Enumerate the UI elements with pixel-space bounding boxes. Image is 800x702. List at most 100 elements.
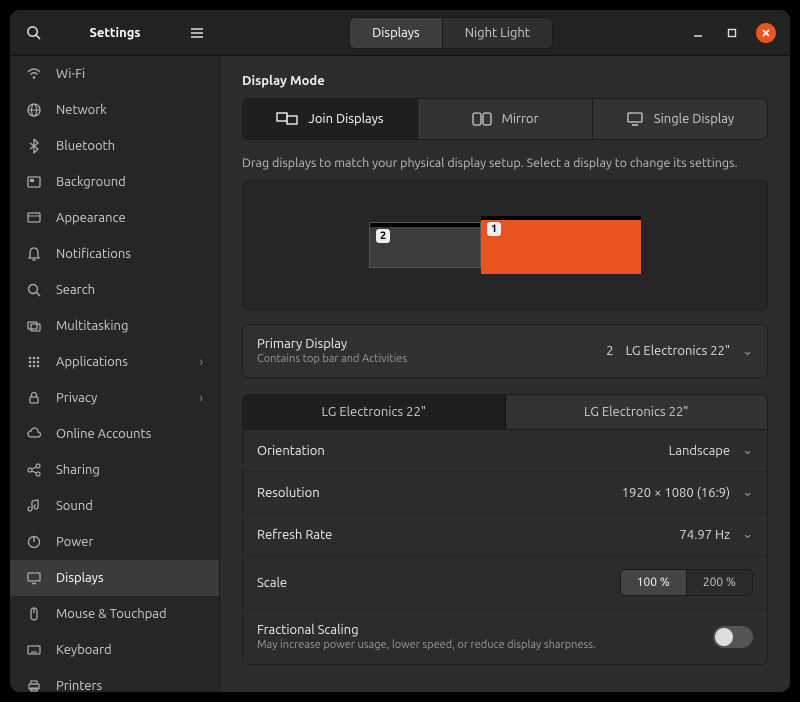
cloud-icon: [26, 426, 42, 442]
hamburger-icon: [190, 27, 204, 39]
sidebar-item-network[interactable]: Network: [10, 92, 219, 128]
display-topbar: [481, 216, 641, 220]
mirror-icon: [472, 111, 492, 127]
display-arrangement-area[interactable]: 2 1: [242, 180, 768, 310]
mode-label: Join Displays: [308, 112, 383, 126]
orientation-label: Orientation: [257, 444, 325, 458]
resolution-label: Resolution: [257, 486, 320, 500]
settings-window: Settings Displays Night Light: [10, 10, 790, 692]
display-selector-tabs: LG Electronics 22" LG Electronics 22": [242, 394, 768, 430]
join-displays-icon: [276, 111, 298, 127]
sidebar-item-mouse-touchpad[interactable]: Mouse & Touchpad: [10, 596, 219, 632]
window-title: Settings: [50, 26, 180, 40]
maximize-icon: [727, 28, 737, 38]
sidebar-item-appearance[interactable]: Appearance: [10, 200, 219, 236]
sidebar-item-label: Multitasking: [56, 319, 128, 333]
titlebar: Settings Displays Night Light: [10, 10, 790, 56]
display-number-badge: 2: [376, 229, 390, 243]
sidebar-item-label: Sound: [56, 499, 93, 513]
tab-night-light[interactable]: Night Light: [443, 18, 552, 48]
sidebar-item-wifi[interactable]: Wi-Fi: [10, 56, 219, 92]
fractional-scaling-switch[interactable]: [713, 626, 753, 648]
sidebar-item-notifications[interactable]: Notifications: [10, 236, 219, 272]
primary-display-number: 2: [606, 344, 613, 358]
sidebar-item-label: Search: [56, 283, 95, 297]
sidebar-item-multitasking[interactable]: Multitasking: [10, 308, 219, 344]
sidebar-item-power[interactable]: Power: [10, 524, 219, 560]
chevron-down-icon: ⌄: [742, 527, 753, 542]
scale-selector: 100 % 200 %: [620, 569, 753, 596]
sidebar-item-label: Power: [56, 535, 93, 549]
power-icon: [26, 534, 42, 550]
refresh-rate-row[interactable]: Refresh Rate 74.97 Hz⌄: [243, 514, 767, 556]
search-button[interactable]: [16, 16, 50, 50]
single-display-icon: [626, 111, 644, 127]
view-switcher: Displays Night Light: [349, 17, 553, 49]
arrange-hint: Drag displays to match your physical dis…: [242, 156, 768, 170]
orientation-row[interactable]: Orientation Landscape⌄: [243, 430, 767, 472]
fractional-sub: May increase power usage, lower speed, o…: [257, 639, 596, 651]
sidebar-item-label: Wi-Fi: [56, 67, 85, 81]
minimize-icon: [693, 28, 703, 38]
tab-displays[interactable]: Displays: [350, 18, 443, 48]
sidebar-item-label: Notifications: [56, 247, 131, 261]
sidebar-item-label: Keyboard: [56, 643, 112, 657]
minimize-button[interactable]: [688, 23, 708, 43]
sidebar[interactable]: Wi-Fi Network Bluetooth Background Appea…: [10, 56, 220, 692]
network-icon: [26, 102, 42, 118]
sidebar-item-label: Displays: [56, 571, 104, 585]
sidebar-item-sharing[interactable]: Sharing: [10, 452, 219, 488]
view-switcher-container: Displays Night Light: [214, 17, 688, 49]
search-icon: [26, 282, 42, 298]
hamburger-button[interactable]: [180, 16, 214, 50]
sidebar-item-printers[interactable]: Printers: [10, 668, 219, 692]
display-box-2[interactable]: 2: [369, 222, 481, 268]
primary-display-label: Primary Display: [257, 337, 407, 351]
sidebar-item-applications[interactable]: Applications ›: [10, 344, 219, 380]
sidebar-item-label: Privacy: [56, 391, 97, 405]
fractional-text: Fractional Scaling May increase power us…: [257, 623, 596, 651]
mode-single-display[interactable]: Single Display: [593, 99, 767, 139]
printer-icon: [26, 678, 42, 692]
chevron-right-icon: ›: [199, 391, 203, 405]
displays-icon: [26, 570, 42, 586]
primary-display-text: Primary Display Contains top bar and Act…: [257, 337, 407, 365]
sidebar-item-label: Mouse & Touchpad: [56, 607, 167, 621]
bell-icon: [26, 246, 42, 262]
chevron-down-icon: ⌄: [742, 443, 753, 458]
display-mode-switcher: Join Displays Mirror Single Display: [242, 98, 768, 140]
sidebar-item-search[interactable]: Search: [10, 272, 219, 308]
chevron-down-icon: ⌄: [742, 344, 753, 359]
sidebar-item-sound[interactable]: Sound: [10, 488, 219, 524]
maximize-button[interactable]: [722, 23, 742, 43]
scale-option-200[interactable]: 200 %: [687, 570, 752, 595]
scale-option-100[interactable]: 100 %: [621, 570, 687, 595]
sidebar-item-displays[interactable]: Displays: [10, 560, 219, 596]
sidebar-item-privacy[interactable]: Privacy ›: [10, 380, 219, 416]
fractional-label: Fractional Scaling: [257, 623, 596, 637]
appearance-icon: [26, 210, 42, 226]
scale-label: Scale: [257, 576, 287, 590]
bluetooth-icon: [26, 138, 42, 154]
display-detail-list: Orientation Landscape⌄ Resolution 1920 ×…: [242, 430, 768, 665]
sidebar-item-label: Online Accounts: [56, 427, 151, 441]
primary-display-value: 2 LG Electronics 22" ⌄: [606, 344, 753, 359]
mode-mirror[interactable]: Mirror: [418, 99, 593, 139]
display-box-1[interactable]: 1: [481, 216, 641, 274]
sidebar-item-label: Printers: [56, 679, 102, 692]
sidebar-item-online-accounts[interactable]: Online Accounts: [10, 416, 219, 452]
display-tab-2[interactable]: LG Electronics 22": [506, 395, 768, 429]
sidebar-item-keyboard[interactable]: Keyboard: [10, 632, 219, 668]
primary-display-sub: Contains top bar and Activities: [257, 353, 407, 365]
sidebar-item-background[interactable]: Background: [10, 164, 219, 200]
chevron-down-icon: ⌄: [742, 485, 753, 500]
mode-join-displays[interactable]: Join Displays: [243, 99, 418, 139]
display-tab-1[interactable]: LG Electronics 22": [243, 395, 506, 429]
sidebar-item-bluetooth[interactable]: Bluetooth: [10, 128, 219, 164]
resolution-row[interactable]: Resolution 1920 × 1080 (16:9)⌄: [243, 472, 767, 514]
close-icon: [761, 28, 771, 38]
chevron-right-icon: ›: [199, 355, 203, 369]
close-button[interactable]: [756, 23, 776, 43]
primary-display-row[interactable]: Primary Display Contains top bar and Act…: [242, 324, 768, 378]
background-icon: [26, 174, 42, 190]
